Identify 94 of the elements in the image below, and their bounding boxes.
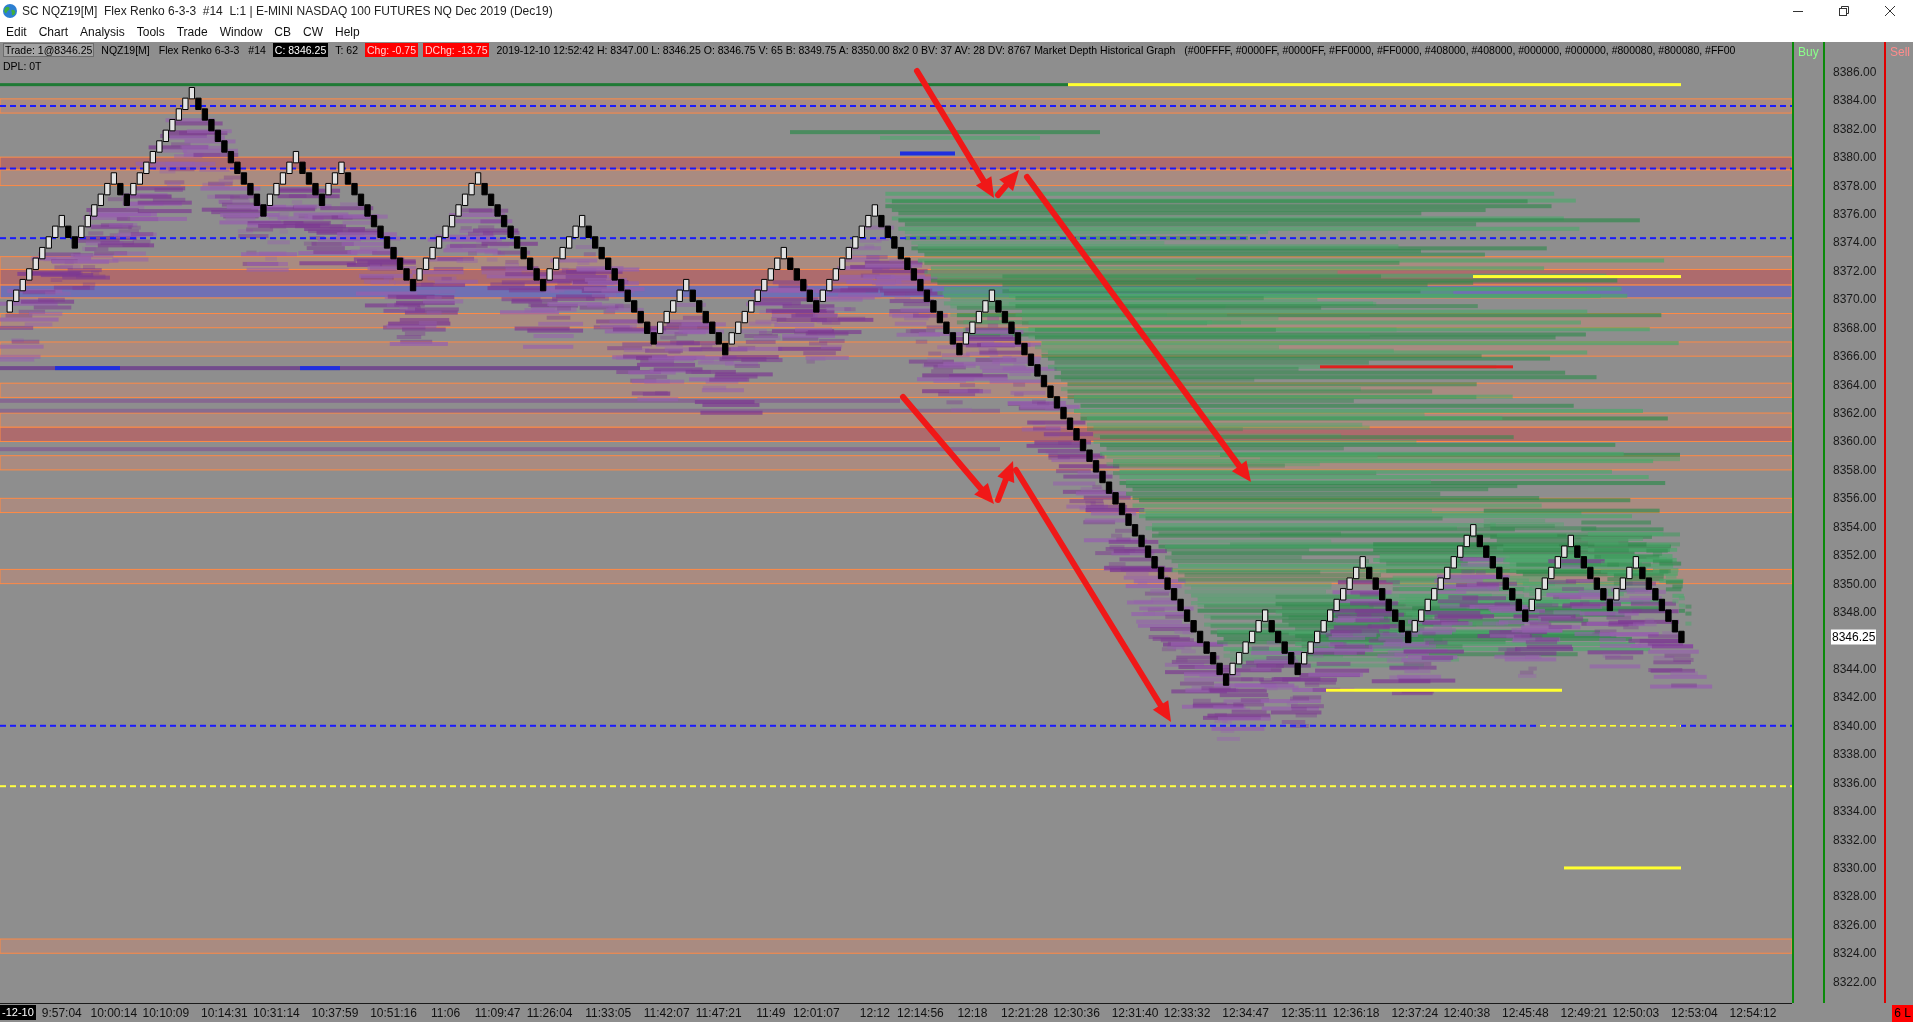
time-label: 12:35:11: [1281, 1006, 1328, 1020]
time-label: 12:33:32: [1163, 1006, 1211, 1020]
menu-item[interactable]: Chart: [32, 22, 75, 42]
price-label: 8378.00: [1833, 178, 1877, 193]
info-text: (#00FFFF, #0000FF, #0000FF, #FF0000, #FF0000, #408000, #408000, #000000, #000000, #800080, #800080, #FF00: [1183, 43, 1737, 57]
price-label: 8326.00: [1833, 917, 1877, 932]
price-label: 8364.00: [1833, 377, 1877, 392]
price-label: 8370.00: [1833, 292, 1877, 307]
time-label: 11:09:47: [474, 1006, 521, 1020]
info-text: T: 62: [334, 43, 359, 57]
price-label: 8366.00: [1833, 349, 1877, 364]
menu-item[interactable]: Trade: [170, 22, 214, 42]
time-label: 12:40:38: [1443, 1006, 1491, 1020]
date-label: -12-10: [0, 1005, 36, 1020]
price-label: 8356.00: [1833, 491, 1877, 506]
time-label: 10:14:31: [201, 1006, 248, 1020]
time-label: 11:47:21: [695, 1006, 742, 1020]
time-label: 10:37:59: [311, 1006, 359, 1020]
menu-item[interactable]: Tools: [130, 22, 171, 42]
price-label: 8362.00: [1833, 406, 1877, 421]
info-text: 2019-12-10 12:52:42 H: 8347.00 L: 8346.25 O: 8346.75 V: 65 B: 8349.75 A: 8350.00 8x2 0 BV: 37 AV: 28 DV: 8767 Market Depth Historical Graph: [495, 43, 1177, 57]
time-label: 12:36:18: [1332, 1006, 1380, 1020]
time-label: 10:31:14: [253, 1006, 300, 1020]
price-label: 8336.00: [1833, 775, 1877, 790]
price-label: 8334.00: [1833, 804, 1877, 819]
price-label: 8328.00: [1833, 889, 1877, 904]
last-trade-label: Trade: 1@8346.25: [3, 43, 95, 57]
time-label: 12:21:28: [1001, 1006, 1048, 1020]
restore-icon: [1839, 6, 1849, 16]
info-text: #14: [247, 43, 267, 57]
menu-item[interactable]: Window: [213, 22, 269, 42]
time-label: 12:31:40: [1111, 1006, 1159, 1020]
info-text: Flex Renko 6-3-3: [157, 43, 241, 57]
sell-label: Sell: [1889, 44, 1910, 60]
price-label: 8354.00: [1833, 519, 1877, 534]
window-title: SC NQZ19[M] Flex Renko 6-3-3 #14 L:1 | E-MINI NASDAQ 100 FUTURES NQ Dec 2019 (Dec19): [22, 4, 554, 18]
time-label: 12:50:03: [1612, 1006, 1660, 1020]
last-price-label: 8346.25: [1831, 629, 1877, 645]
price-label: 8360.00: [1833, 434, 1877, 449]
time-label: 12:18: [957, 1006, 988, 1020]
time-label: 10:00:14: [90, 1006, 138, 1020]
price-label: 8330.00: [1833, 860, 1877, 875]
price-label: 8344.00: [1833, 661, 1877, 676]
price-label: 8358.00: [1833, 462, 1877, 477]
buy-label: Buy: [1797, 44, 1819, 60]
time-label: 10:51:16: [370, 1006, 417, 1020]
price-label: 8324.00: [1833, 946, 1877, 961]
time-label: 12:53:04: [1671, 1006, 1718, 1020]
time-label: 12:37:24: [1391, 1006, 1439, 1020]
menu-item[interactable]: Analysis: [74, 22, 131, 42]
time-label: 12:14:56: [897, 1006, 944, 1020]
price-label: 8342.00: [1833, 690, 1877, 705]
menu-item[interactable]: Edit: [0, 22, 33, 42]
close-price-label: C: 8346.25: [272, 43, 329, 57]
price-label: 8332.00: [1833, 832, 1877, 847]
price-label: 8350.00: [1833, 576, 1877, 591]
globe-icon: [3, 4, 17, 18]
change-label: DChg: -13.75: [423, 43, 490, 57]
price-label: 8386.00: [1833, 64, 1877, 79]
time-label: 12:54:12: [1729, 1006, 1777, 1020]
price-label: 8340.00: [1833, 718, 1877, 733]
time-label: 11:06: [431, 1006, 461, 1020]
time-label: 12:34:47: [1222, 1006, 1269, 1020]
close-icon: [1885, 6, 1895, 16]
price-label: 8368.00: [1833, 320, 1877, 335]
time-label: 11:26:04: [526, 1006, 573, 1020]
price-label: 8338.00: [1833, 747, 1877, 762]
price-label: 8382.00: [1833, 121, 1877, 136]
time-label: 9:57:04: [41, 1006, 82, 1020]
order-badge: 6 L: [1892, 1005, 1913, 1022]
time-label: 12:49:21: [1560, 1006, 1608, 1020]
time-label: 12:30:36: [1053, 1006, 1100, 1020]
menu-item[interactable]: Help: [329, 22, 366, 42]
time-label: 12:01:07: [792, 1006, 840, 1020]
price-label: 8384.00: [1833, 93, 1877, 108]
price-label: 8376.00: [1833, 207, 1877, 221]
price-label: 8352.00: [1833, 548, 1877, 563]
info-text: NQZ19[M]: [100, 43, 151, 57]
time-label: 10:10:09: [142, 1006, 190, 1020]
menu-item[interactable]: CW: [297, 22, 329, 42]
price-label: 8380.00: [1833, 150, 1877, 165]
time-label: 12:45:48: [1501, 1006, 1549, 1020]
time-label: 12:12: [859, 1006, 890, 1020]
change-label: Chg: -0.75: [365, 43, 418, 57]
price-label: 8348.00: [1833, 605, 1877, 620]
price-label: 8372.00: [1833, 263, 1877, 278]
price-label: 8374.00: [1833, 235, 1877, 250]
price-label: 8322.00: [1833, 974, 1877, 989]
menu-item[interactable]: CB: [268, 22, 297, 42]
time-label: 11:49: [756, 1006, 786, 1020]
minimize-icon: [1793, 10, 1803, 12]
time-label: 11:42:07: [643, 1006, 690, 1020]
info-text: DPL: 0T: [3, 60, 42, 73]
time-label: 11:33:05: [585, 1006, 632, 1020]
